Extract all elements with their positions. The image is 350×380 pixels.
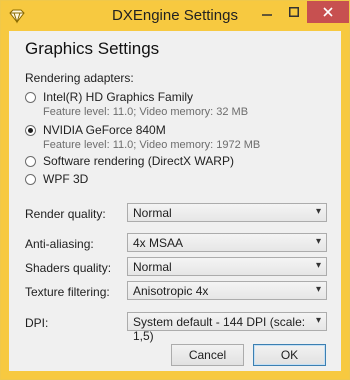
adapter-intel-radio[interactable]: Intel(R) HD Graphics Family (25, 90, 193, 104)
shaders-quality-select[interactable]: Normal ▾ (127, 257, 327, 276)
settings-window: DXEngine Settings Graphics Settings Rend… (0, 0, 350, 380)
texture-filtering-select[interactable]: Anisotropic 4x ▾ (127, 281, 327, 300)
texture-filtering-label: Texture filtering: (25, 285, 110, 299)
client-area: Graphics Settings Rendering adapters: In… (9, 31, 341, 371)
adapter-wpf-radio[interactable]: WPF 3D (25, 172, 88, 186)
adapter-detail: Feature level: 11.0; Video memory: 32 MB (43, 106, 249, 118)
radio-circle-checked[interactable] (25, 124, 36, 136)
chevron-down-icon: ▾ (315, 315, 321, 326)
shaders-quality-label: Shaders quality: (25, 261, 112, 275)
radio-circle[interactable] (25, 173, 36, 185)
close-icon (323, 7, 333, 17)
adapter-label: NVIDIA GeForce 840M (43, 123, 166, 137)
adapter-label: Intel(R) HD Graphics Family (43, 90, 194, 104)
adapter-label: WPF 3D (43, 172, 89, 186)
chevron-down-icon: ▾ (315, 284, 321, 295)
render-quality-label: Render quality: (25, 207, 106, 221)
dpi-select[interactable]: System default - 144 DPI (scale: 1,5) ▾ (127, 312, 327, 343)
anti-aliasing-select[interactable]: 4x MSAA ▾ (127, 233, 327, 252)
close-button[interactable] (307, 1, 349, 23)
maximize-button[interactable] (280, 1, 307, 23)
adapters-label: Rendering adapters: (25, 71, 134, 85)
cancel-button[interactable]: Cancel (171, 344, 244, 366)
anti-aliasing-label: Anti-aliasing: (25, 237, 94, 251)
radio-circle[interactable] (25, 91, 36, 103)
chevron-down-icon: ▾ (315, 260, 321, 271)
adapter-detail: Feature level: 11.0; Video memory: 1972 … (43, 139, 261, 151)
adapter-nvidia-radio[interactable]: NVIDIA GeForce 840M (25, 123, 166, 137)
dpi-label: DPI: (25, 316, 49, 330)
anti-aliasing-value: 4x MSAA (133, 236, 184, 250)
radio-circle[interactable] (25, 155, 36, 167)
adapter-label: Software rendering (DirectX WARP) (43, 154, 234, 168)
title-bar[interactable]: DXEngine Settings (1, 1, 349, 31)
maximize-icon (288, 7, 299, 17)
render-quality-select[interactable]: Normal ▾ (127, 203, 327, 222)
adapter-software-radio[interactable]: Software rendering (DirectX WARP) (25, 154, 234, 168)
shaders-quality-value: Normal (133, 260, 172, 274)
page-title: Graphics Settings (25, 39, 160, 58)
ok-button[interactable]: OK (253, 344, 326, 366)
dpi-value: System default - 144 DPI (scale: 1,5) (133, 315, 306, 343)
minimize-icon (261, 14, 272, 16)
chevron-down-icon: ▾ (315, 236, 321, 247)
chevron-down-icon: ▾ (315, 206, 321, 217)
minimize-button[interactable] (253, 1, 280, 23)
render-quality-value: Normal (133, 206, 172, 220)
texture-filtering-value: Anisotropic 4x (133, 284, 209, 298)
